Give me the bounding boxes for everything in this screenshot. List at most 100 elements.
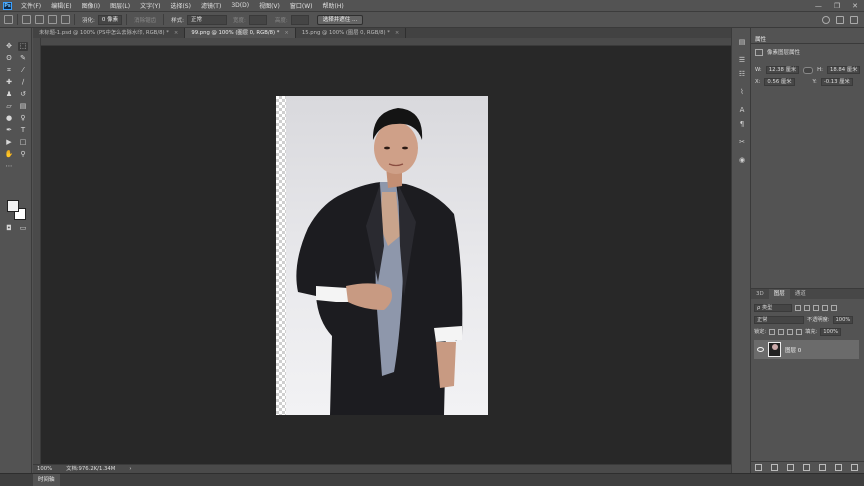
- layer-row[interactable]: 图层 0: [754, 340, 859, 359]
- brushes-icon[interactable]: ⌇: [737, 88, 747, 97]
- restore-icon[interactable]: ❐: [834, 2, 840, 10]
- menu-view[interactable]: 视图(V): [254, 1, 285, 10]
- eyedropper-tool-icon[interactable]: ⁄: [18, 66, 28, 75]
- share-icon[interactable]: [850, 15, 858, 24]
- type-tool-icon[interactable]: T: [18, 126, 28, 135]
- libraries-icon[interactable]: ☷: [737, 70, 747, 79]
- marquee-preset-icon[interactable]: [4, 15, 13, 24]
- add-selection-icon[interactable]: [35, 15, 44, 24]
- opacity-input[interactable]: 100%: [832, 315, 854, 324]
- layer-filter-select[interactable]: ρ 类型: [754, 303, 792, 312]
- new-selection-icon[interactable]: [22, 15, 31, 24]
- y-field[interactable]: -0.13 厘米: [820, 78, 853, 86]
- menu-help[interactable]: 帮助(H): [318, 1, 349, 10]
- more-tools-icon[interactable]: ⋯: [4, 162, 14, 171]
- vertical-ruler[interactable]: [33, 38, 41, 464]
- height-input[interactable]: [290, 14, 309, 25]
- intersect-selection-icon[interactable]: [61, 15, 70, 24]
- group-icon[interactable]: [819, 464, 826, 471]
- subtract-selection-icon[interactable]: [48, 15, 57, 24]
- 3d-icon[interactable]: ◉: [737, 156, 747, 165]
- link-icon[interactable]: [803, 66, 814, 74]
- hand-tool-icon[interactable]: ✋: [4, 150, 14, 159]
- filter-shape-icon[interactable]: [822, 304, 828, 311]
- visibility-eye-icon[interactable]: [757, 347, 764, 352]
- workspace-icon[interactable]: [836, 15, 844, 24]
- eraser-tool-icon[interactable]: ▱: [4, 102, 14, 111]
- new-layer-icon[interactable]: [835, 464, 842, 471]
- zoom-tool-icon[interactable]: ⚲: [18, 150, 28, 159]
- path-selection-tool-icon[interactable]: ▶: [4, 138, 14, 147]
- close-icon[interactable]: ✕: [852, 2, 858, 10]
- move-tool-icon[interactable]: ✥: [4, 42, 14, 51]
- dodge-tool-icon[interactable]: ♀: [18, 114, 28, 123]
- color-swatches[interactable]: [7, 200, 27, 220]
- crop-tool-icon[interactable]: ⌗: [4, 66, 14, 75]
- select-and-mask-button[interactable]: 选择并遮住 ...: [316, 14, 364, 25]
- menu-select[interactable]: 选择(S): [165, 1, 196, 10]
- tab-15-png[interactable]: 15.png @ 100% (图层 0, RGB/8) * ×: [295, 28, 407, 38]
- x-field[interactable]: 0.56 厘米: [764, 78, 795, 86]
- menu-layer[interactable]: 图层(L): [105, 1, 135, 10]
- trash-icon[interactable]: [851, 464, 858, 471]
- lock-transparent-icon[interactable]: [769, 328, 776, 335]
- quick-select-tool-icon[interactable]: ✎: [18, 54, 28, 63]
- adjustments-icon[interactable]: ☰: [737, 56, 747, 65]
- search-icon[interactable]: [822, 15, 830, 24]
- lasso-tool-icon[interactable]: ʘ: [4, 54, 14, 63]
- tool-presets-icon[interactable]: ✂: [737, 138, 747, 147]
- layer-name[interactable]: 图层 0: [785, 346, 801, 354]
- menu-3d[interactable]: 3D(D): [226, 2, 254, 9]
- fill-input[interactable]: 100%: [820, 327, 842, 336]
- brush-tool-icon[interactable]: ∕: [18, 78, 28, 87]
- properties-title[interactable]: 属性: [755, 35, 766, 43]
- close-icon[interactable]: ×: [284, 28, 288, 38]
- pen-tool-icon[interactable]: ✒: [4, 126, 14, 135]
- menu-type[interactable]: 文字(Y): [135, 1, 165, 10]
- lock-pixels-icon[interactable]: [778, 328, 785, 335]
- filter-smart-icon[interactable]: [831, 304, 837, 311]
- clone-stamp-tool-icon[interactable]: ♟: [4, 90, 14, 99]
- gradient-tool-icon[interactable]: ▤: [18, 102, 28, 111]
- marquee-tool-icon[interactable]: ⬚: [18, 42, 28, 51]
- healing-brush-tool-icon[interactable]: ✚: [4, 78, 14, 87]
- horizontal-ruler[interactable]: [40, 38, 731, 46]
- close-icon[interactable]: ×: [395, 28, 399, 38]
- lock-all-icon[interactable]: [796, 328, 803, 335]
- paragraph-icon[interactable]: ¶: [737, 120, 747, 129]
- menu-file[interactable]: 文件(F): [16, 1, 46, 10]
- adjustment-layer-icon[interactable]: [803, 464, 810, 471]
- width-field[interactable]: 12.38 厘米: [765, 66, 800, 74]
- history-brush-tool-icon[interactable]: ↺: [18, 90, 28, 99]
- blend-mode-select[interactable]: 正常: [754, 315, 804, 324]
- tab-timeline[interactable]: 时间轴: [33, 474, 60, 486]
- document-canvas[interactable]: [276, 96, 488, 415]
- antialias-checkbox[interactable]: 消除锯齿: [134, 16, 156, 24]
- blur-tool-icon[interactable]: ●: [4, 114, 14, 123]
- close-icon[interactable]: ×: [174, 28, 178, 38]
- menu-edit[interactable]: 编辑(E): [46, 1, 76, 10]
- add-mask-icon[interactable]: [787, 464, 794, 471]
- link-layers-icon[interactable]: [755, 464, 762, 471]
- minimize-icon[interactable]: —: [815, 2, 822, 10]
- quick-mask-icon[interactable]: ◘: [4, 224, 14, 233]
- zoom-level[interactable]: 100%: [37, 465, 52, 473]
- feather-input[interactable]: 0 像素: [97, 14, 123, 25]
- tab-layers[interactable]: 图层: [768, 289, 790, 299]
- lock-position-icon[interactable]: [787, 328, 794, 335]
- layer-style-icon[interactable]: [771, 464, 778, 471]
- tab-3d[interactable]: 3D: [751, 289, 769, 299]
- screen-mode-icon[interactable]: ▭: [18, 224, 28, 233]
- tab-99-png[interactable]: 99.png @ 100% (图层 0, RGB/8) * ×: [185, 28, 296, 38]
- tab-untitled-1[interactable]: 未标题-1.psd @ 100% (PS中怎么去除水印, RGB/8) * ×: [33, 28, 186, 38]
- history-icon[interactable]: ▤: [737, 38, 747, 47]
- width-input[interactable]: [248, 14, 267, 25]
- menu-filter[interactable]: 滤镜(T): [196, 1, 226, 10]
- character-icon[interactable]: A: [737, 106, 747, 115]
- menu-window[interactable]: 窗口(W): [285, 1, 318, 10]
- filter-type-icon[interactable]: [813, 304, 819, 311]
- menu-image[interactable]: 图像(I): [77, 1, 105, 10]
- tab-channels[interactable]: 通道: [790, 289, 811, 299]
- filter-pixel-icon[interactable]: [795, 304, 801, 311]
- status-arrow-icon[interactable]: ›: [129, 465, 131, 473]
